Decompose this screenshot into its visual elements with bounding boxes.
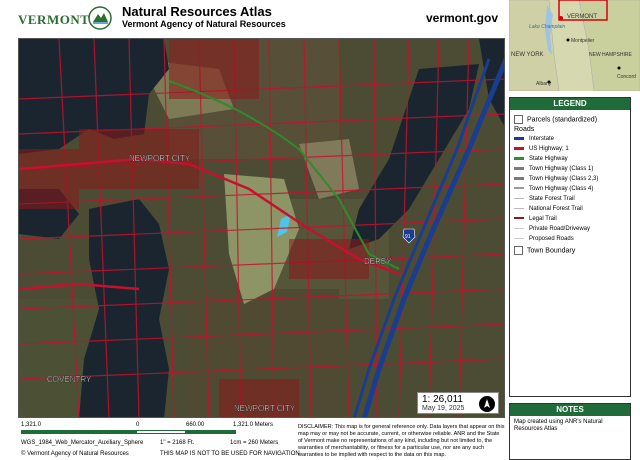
legend-item-interstate: Interstate <box>514 136 554 142</box>
legend-panel: LEGEND Parcels (standardized) Roads Inte… <box>509 97 631 397</box>
notes-panel: NOTES Map created using ANR's Natural Re… <box>509 403 631 460</box>
scale-mid-label: 660.00 <box>186 422 205 428</box>
north-arrow-icon <box>479 396 495 412</box>
cm-to-meters: 1cm = 260 Meters <box>230 440 279 446</box>
scale-left-label: 1,321.0 <box>21 422 42 428</box>
parcels-swatch <box>514 115 523 124</box>
scale-bar-left-segment <box>21 430 136 434</box>
legend-item-state-forest-trail: State Forest Trail <box>514 196 575 202</box>
legend-item-parcels: Parcels (standardized) <box>514 115 597 124</box>
locator-label-new-hampshire: NEW HAMPSHIRE <box>589 52 632 58</box>
label-derby: DERBY <box>364 257 392 266</box>
locator-label-new-york: NEW YORK <box>511 52 544 58</box>
scale-ratio: 1: 26,011 <box>422 394 463 405</box>
notes-title: NOTES <box>510 404 630 416</box>
legend-heading-roads: Roads <box>514 126 535 133</box>
locator-label-concord: Concord <box>617 74 636 80</box>
legend-item-town-class23: Town Highway (Class 2,3) <box>514 176 598 182</box>
projection-text: WGS_1984_Web_Mercator_Auxiliary_Sphere <box>21 440 144 446</box>
legend-item-town-class1: Town Highway (Class 1) <box>514 166 593 172</box>
copyright-text: © Vermont Agency of Natural Resources <box>21 451 129 457</box>
legend-item-town-class4: Town Highway (Class 4) <box>514 186 593 192</box>
scale-box: 1: 26,011 May 19, 2025 <box>417 392 499 414</box>
locator-label-lake-champlain: Lake Champlain <box>529 24 565 30</box>
vermont-logo: VERMONT <box>18 12 90 27</box>
disclaimer-text: DISCLAIMER: This map is for general refe… <box>298 424 505 458</box>
scale-right-label: 1,321.0 Meters <box>233 422 274 428</box>
aerial-map[interactable]: NEWPORT CITY DERBY COVENTRY NEWPORT CITY… <box>18 38 505 418</box>
scale-bar-mid-segment <box>136 430 186 434</box>
legend-item-proposed-roads: Proposed Roads <box>514 236 574 242</box>
legend-title: LEGEND <box>510 98 630 110</box>
town-boundary-swatch <box>514 246 523 255</box>
page-title: Natural Resources Atlas <box>122 4 272 19</box>
locator-label-albany: Albany <box>536 81 552 87</box>
legend-item-national-forest-trail: National Forest Trail <box>514 206 583 212</box>
legend-item-town-boundary: Town Boundary <box>514 246 575 255</box>
navigation-warning: THIS MAP IS NOT TO BE USED FOR NAVIGATIO… <box>160 451 300 457</box>
locator-label-montpelier: Montpelier <box>571 38 595 44</box>
legend-item-us-highway: US Highway; 1 <box>514 146 569 152</box>
anr-seal-icon <box>88 6 112 30</box>
notes-text: Map created using ANR's Natural Resource… <box>514 419 603 432</box>
locator-label-vermont: VERMONT <box>567 14 597 20</box>
label-newport-city-north: NEWPORT CITY <box>129 154 191 163</box>
scale-zero-label: 0 <box>136 422 140 428</box>
label-coventry: COVENTRY <box>47 375 92 384</box>
map-date: May 19, 2025 <box>422 405 465 412</box>
legend-item-private-road: Private Road/Driveway <box>514 226 590 232</box>
inch-to-feet: 1" = 2168 Ft. <box>160 440 195 446</box>
site-link[interactable]: vermont.gov <box>426 11 498 25</box>
locator-map: VERMONT Lake Champlain Montpelier NEW YO… <box>509 0 640 91</box>
label-newport-city-south: NEWPORT CITY <box>234 404 296 413</box>
scale-bar-right-segment <box>186 430 236 434</box>
legend-item-legal-trail: Legal Trail <box>514 216 557 222</box>
page-subtitle: Vermont Agency of Natural Resources <box>122 19 286 29</box>
interstate-shield-label: 91 <box>405 234 411 240</box>
legend-item-state-highway: State Highway <box>514 156 568 162</box>
